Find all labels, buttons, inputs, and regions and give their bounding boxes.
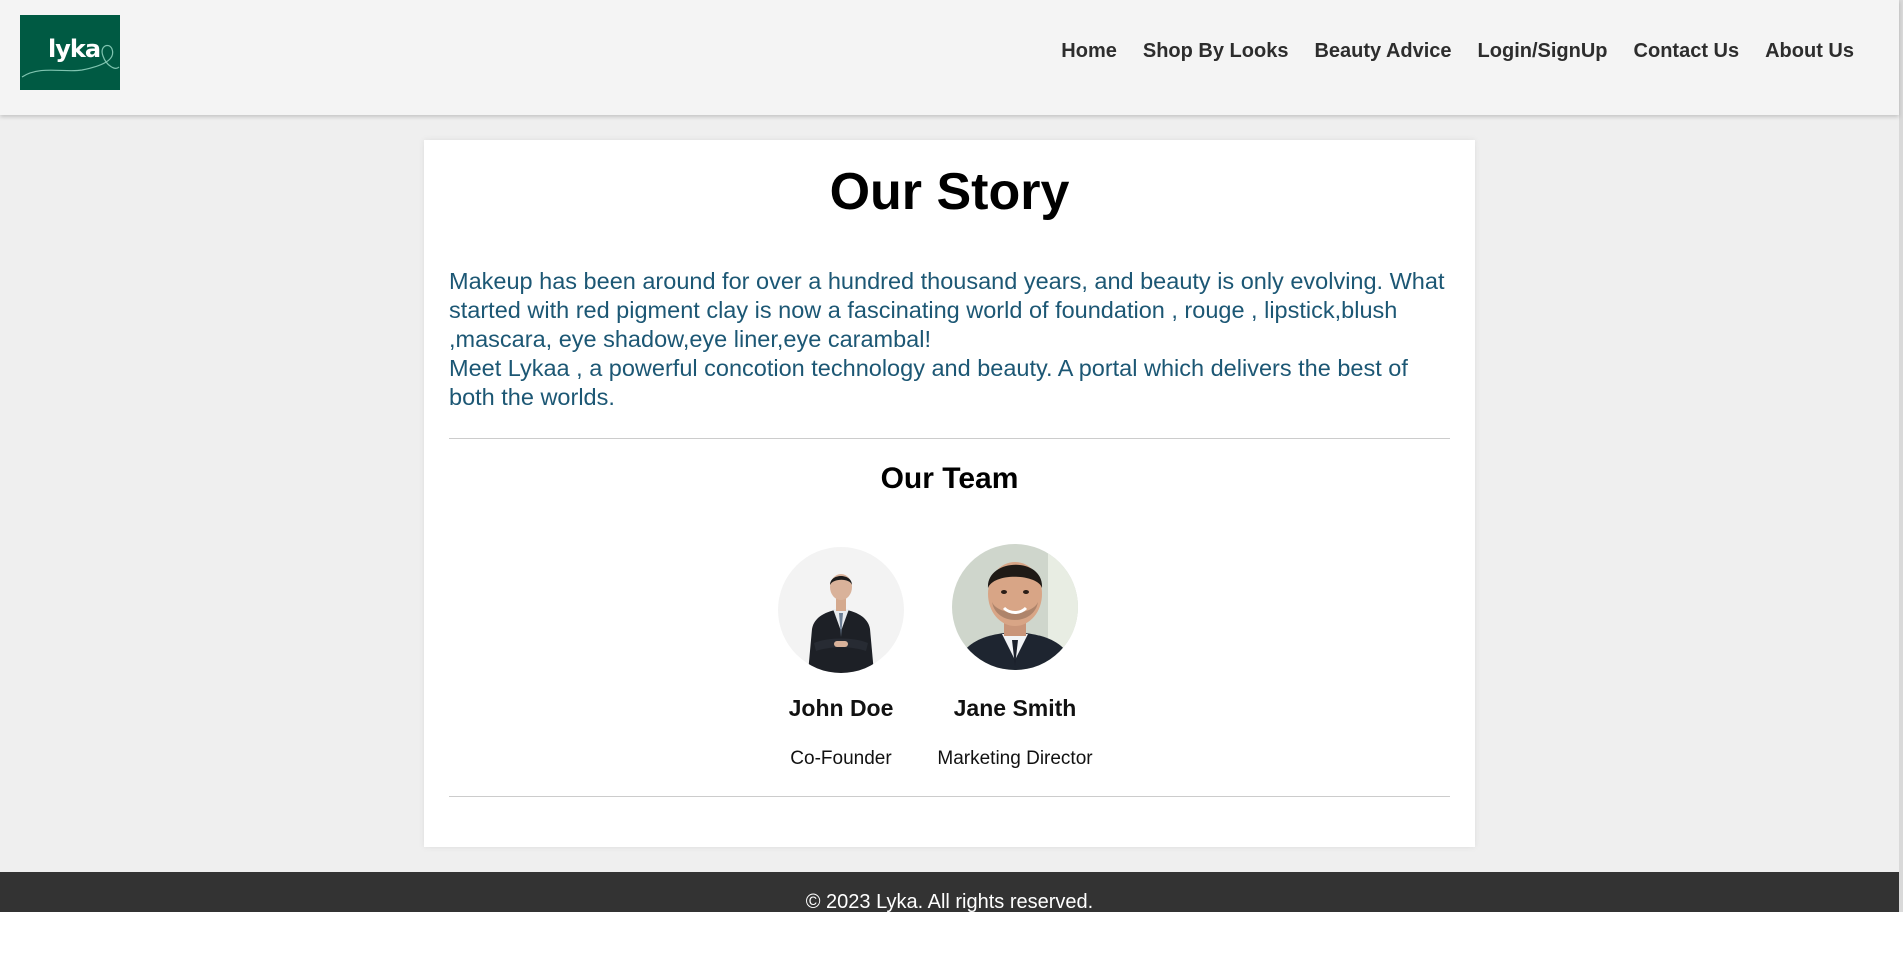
- app-root: lyka Home Shop By Looks Beauty Advice Lo…: [0, 0, 1903, 963]
- story-title: Our Story: [829, 163, 1070, 221]
- story-line: Makeup has been around for over a hundre…: [449, 268, 1445, 352]
- john-doe-avatar: [778, 547, 904, 673]
- nav-shop-by-looks[interactable]: Shop By Looks: [1143, 40, 1289, 63]
- story-line: Meet Lykaa , a powerful concotion techno…: [449, 355, 1408, 410]
- person-photo-icon: [778, 547, 904, 673]
- section-divider: [449, 796, 1450, 797]
- nav-login-signup[interactable]: Login/SignUp: [1478, 40, 1608, 63]
- nav-about-us[interactable]: About Us: [1765, 40, 1854, 63]
- member-name: Jane Smith: [953, 695, 1077, 721]
- section-divider: [449, 438, 1450, 439]
- scrollbar[interactable]: [1899, 0, 1903, 912]
- nav-beauty-advice[interactable]: Beauty Advice: [1314, 40, 1451, 63]
- lyka-logo[interactable]: lyka: [20, 15, 120, 90]
- member-role: Marketing Director: [937, 748, 1093, 769]
- nav-contact-us[interactable]: Contact Us: [1634, 40, 1740, 63]
- site-footer: © 2023 Lyka. All rights reserved.: [0, 872, 1899, 912]
- person-photo-icon: [952, 544, 1078, 670]
- main-nav: Home Shop By Looks Beauty Advice Login/S…: [1035, 40, 1854, 63]
- copyright-text: © 2023 Lyka. All rights reserved.: [805, 891, 1094, 912]
- story-paragraph: Makeup has been around for over a hundre…: [449, 267, 1459, 412]
- site-header: lyka Home Shop By Looks Beauty Advice Lo…: [0, 0, 1899, 115]
- team-title: Our Team: [880, 462, 1019, 495]
- logo-text: lyka: [48, 35, 101, 63]
- nav-home[interactable]: Home: [1061, 40, 1117, 63]
- about-card: Our Story Makeup has been around for ove…: [424, 140, 1475, 847]
- jane-smith-avatar: [952, 544, 1078, 670]
- member-role: Co-Founder: [790, 748, 892, 769]
- member-name: John Doe: [788, 695, 894, 721]
